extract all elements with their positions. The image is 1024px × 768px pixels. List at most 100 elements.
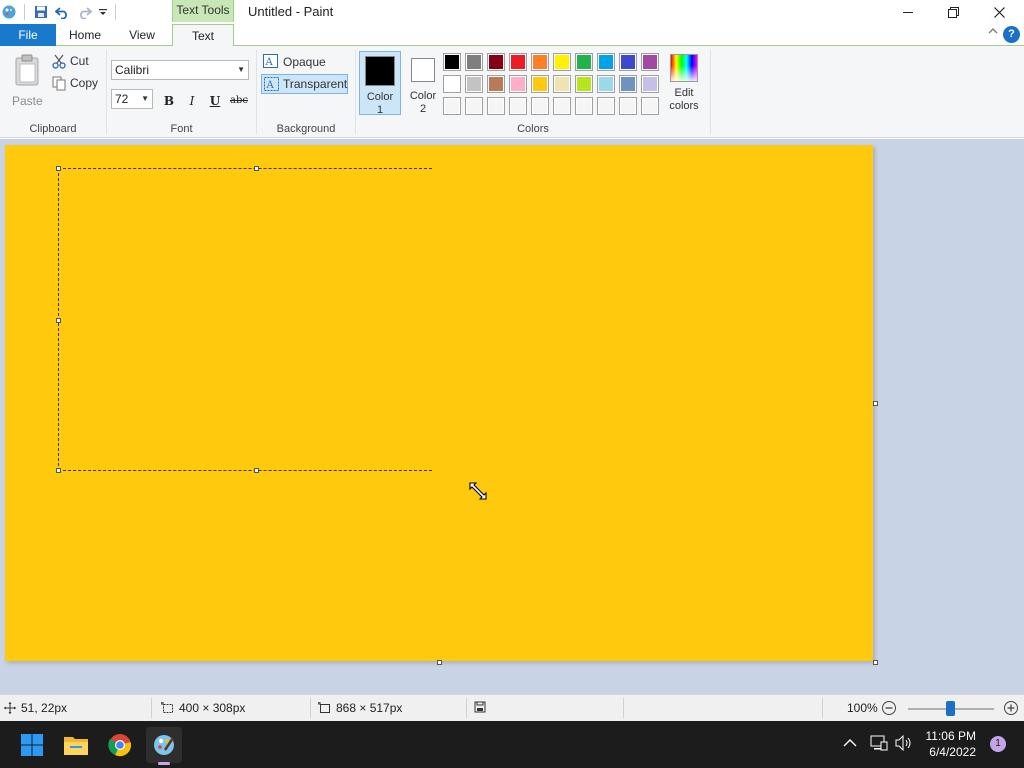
palette-swatch-fill [533,77,547,91]
palette-swatch[interactable] [575,75,593,93]
zoom-slider-thumb[interactable] [946,701,955,716]
status-divider [310,698,311,718]
palette-swatch[interactable] [575,97,593,115]
color2-label-line2: 2 [419,103,427,115]
file-explorer-button[interactable] [58,727,94,763]
palette-swatch[interactable] [443,53,461,71]
italic-button[interactable]: I [182,92,202,110]
cut-label: Cut [70,54,89,68]
palette-swatch[interactable] [443,75,461,93]
palette-swatch[interactable] [531,75,549,93]
color-spectrum-icon [670,54,698,82]
font-size-select[interactable]: 72 ▼ [111,89,153,109]
undo-icon[interactable] [53,3,71,21]
palette-swatch-fill [445,55,459,69]
tab-view[interactable]: View [114,24,170,46]
palette-swatch[interactable] [597,97,615,115]
chrome-button[interactable] [102,727,138,763]
palette-swatch[interactable] [641,75,659,93]
redo-icon[interactable] [75,3,93,21]
palette-swatch[interactable] [619,53,637,71]
palette-swatch-fill [555,55,569,69]
palette-swatch[interactable] [465,75,483,93]
system-clock[interactable]: 11:06 PM 6/4/2022 [926,728,976,760]
resize-handle[interactable] [56,318,61,323]
palette-swatch[interactable] [641,53,659,71]
title-bar: Text Tools Untitled - Paint [0,0,1024,24]
notification-badge[interactable]: 1 [990,736,1006,752]
palette-swatch-fill [643,55,657,69]
palette-swatch-fill [489,99,503,113]
text-selection-box[interactable] [58,168,432,471]
canvas-resize-handle-right[interactable] [873,401,878,406]
folder-icon [64,737,88,755]
tab-text[interactable]: Text [172,24,234,47]
status-divider [151,698,152,718]
file-size [474,701,486,713]
canvas-resize-handle-bottom[interactable] [437,660,442,665]
zoom-out-button[interactable] [881,700,897,716]
status-bar: 51, 22px 400 × 308px 868 × 517px 100% [0,694,1024,721]
tab-file[interactable]: File [0,24,56,46]
palette-swatch[interactable] [597,53,615,71]
paint-app-icon[interactable] [0,3,18,21]
zoom-in-button[interactable] [1003,700,1019,716]
opaque-icon: A [263,54,278,68]
collapse-ribbon-icon[interactable] [988,26,998,38]
palette-swatch[interactable] [597,75,615,93]
cut-button[interactable]: Cut [52,53,104,71]
close-button[interactable] [976,0,1022,24]
palette-swatch[interactable] [553,97,571,115]
tab-home[interactable]: Home [58,24,112,46]
canvas-resize-handle-corner[interactable] [873,660,878,665]
palette-swatch-fill [621,55,635,69]
show-hidden-icons-button[interactable] [843,737,857,751]
transparent-button[interactable]: A Transparent [261,74,348,94]
resize-handle[interactable] [254,166,259,171]
palette-swatch[interactable] [619,75,637,93]
paint-taskbar-button[interactable] [146,727,182,765]
start-button[interactable] [14,727,50,763]
palette-swatch[interactable] [487,75,505,93]
customize-qat-icon[interactable] [94,3,112,21]
resize-handle[interactable] [56,468,61,473]
palette-swatch[interactable] [443,97,461,115]
image-size-value: 868 × 517px [336,701,403,715]
palette-swatch[interactable] [619,97,637,115]
palette-swatch[interactable] [531,97,549,115]
color1-label-line2: 1 [376,104,384,116]
palette-swatch[interactable] [509,53,527,71]
color1-button[interactable]: Color 1 [359,51,401,116]
save-icon[interactable] [32,3,50,21]
palette-swatch[interactable] [509,97,527,115]
palette-swatch[interactable] [553,53,571,71]
restore-button[interactable] [930,0,976,24]
help-icon[interactable]: ? [1003,26,1020,43]
palette-swatch[interactable] [487,53,505,71]
paste-button[interactable]: Paste [8,52,46,108]
palette-swatch[interactable] [509,75,527,93]
qat-divider [24,4,25,20]
palette-swatch[interactable] [553,75,571,93]
copy-button[interactable]: Copy [52,75,104,93]
palette-swatch[interactable] [487,97,505,115]
underline-button[interactable]: U [205,92,225,110]
font-family-select[interactable]: Calibri ▼ [111,60,249,80]
palette-swatch[interactable] [531,53,549,71]
palette-swatch[interactable] [641,97,659,115]
taskbar: 11:06 PM 6/4/2022 1 [0,721,1024,768]
edit-colors-button[interactable]: Edit colors [666,51,702,115]
font-size-value: 72 [115,92,129,106]
resize-handle[interactable] [254,468,259,473]
color2-button[interactable]: Color 2 [402,51,444,115]
bold-button[interactable]: B [159,92,179,110]
opaque-button[interactable]: A Opaque [261,52,347,72]
resize-handle[interactable] [56,166,61,171]
palette-swatch[interactable] [575,53,593,71]
volume-icon[interactable] [895,734,913,754]
palette-swatch[interactable] [465,53,483,71]
palette-swatch[interactable] [465,97,483,115]
minimize-button[interactable] [885,0,931,24]
network-icon[interactable] [870,735,888,754]
strikethrough-button[interactable]: abc [228,92,250,110]
